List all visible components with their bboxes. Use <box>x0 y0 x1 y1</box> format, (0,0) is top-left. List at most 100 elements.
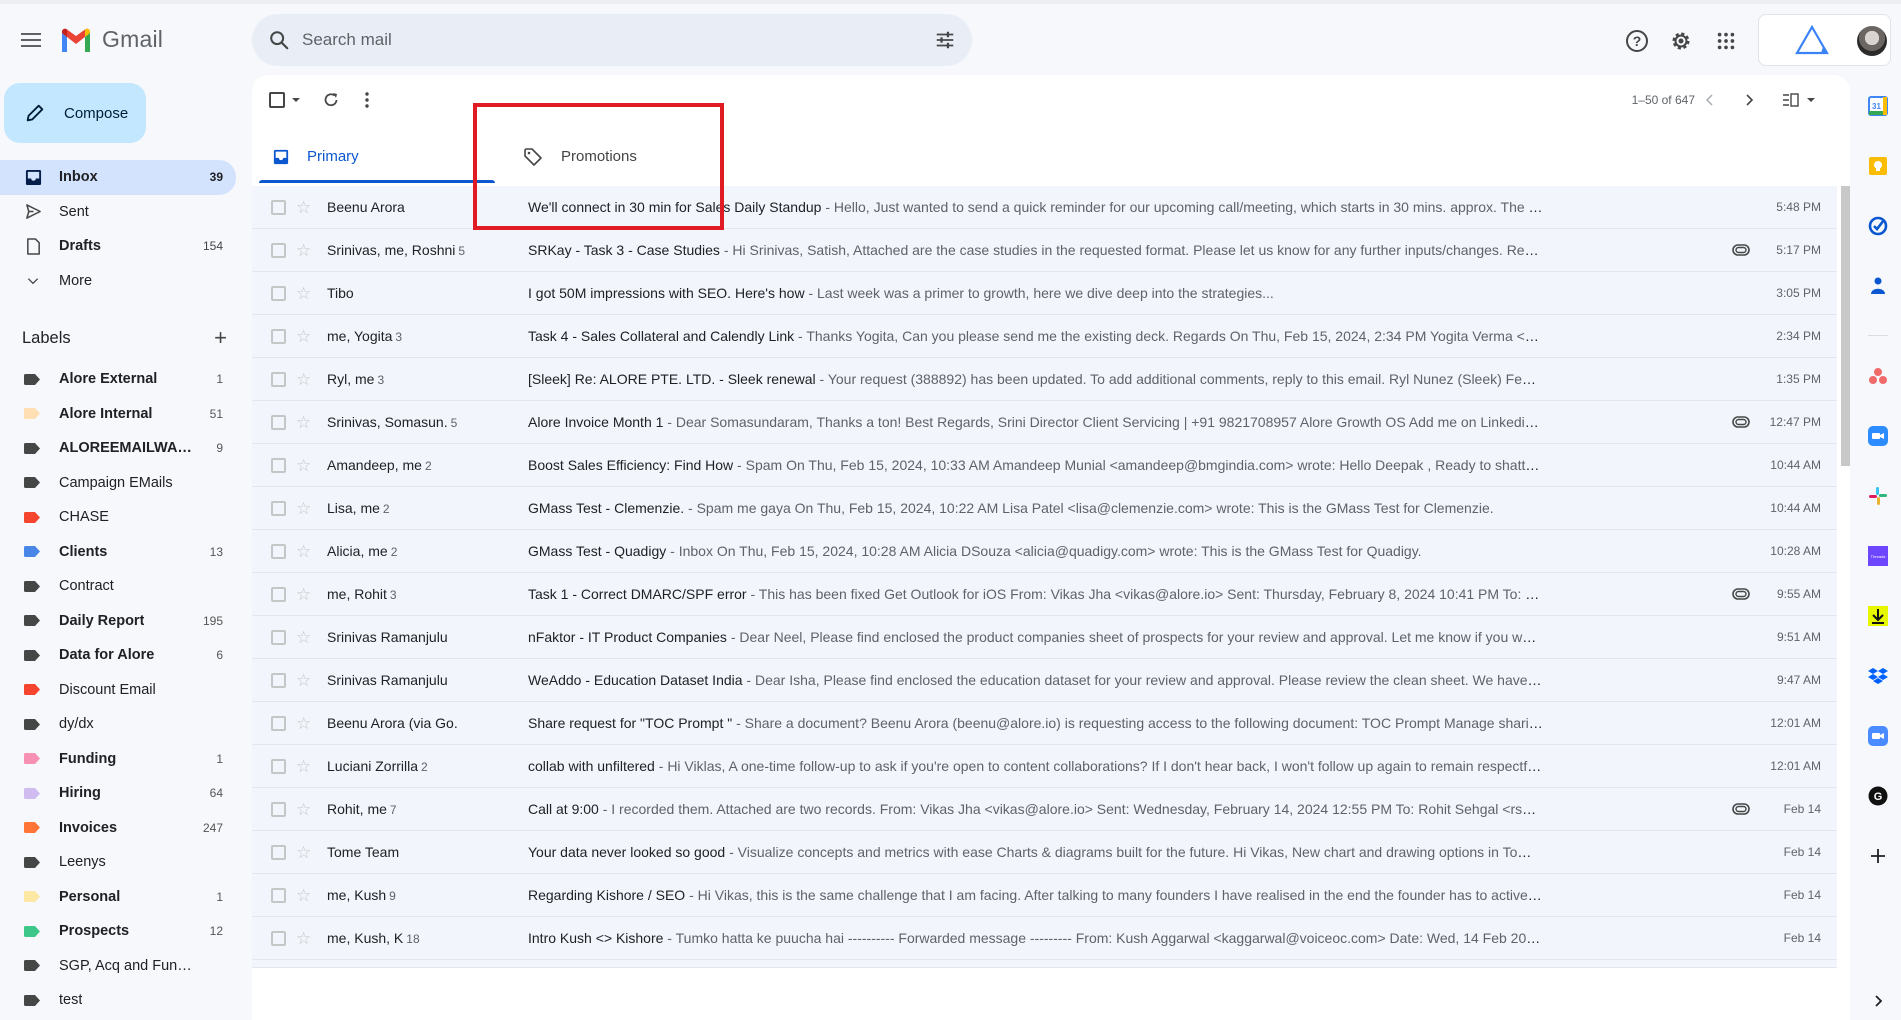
sidebar-label-item[interactable]: Contract <box>0 569 236 604</box>
row-checkbox[interactable] <box>271 500 286 516</box>
star-icon[interactable]: ☆ <box>296 414 311 431</box>
sidebar-label-item[interactable]: dy/dx <box>0 707 236 742</box>
row-checkbox[interactable] <box>271 242 286 258</box>
row-checkbox[interactable] <box>271 672 286 688</box>
row-checkbox[interactable] <box>271 414 286 430</box>
star-icon[interactable]: ☆ <box>296 457 311 474</box>
star-icon[interactable]: ☆ <box>296 371 311 388</box>
row-checkbox[interactable] <box>271 199 286 215</box>
tab-promotions[interactable]: Promotions <box>495 130 731 183</box>
row-checkbox[interactable] <box>271 457 286 473</box>
dropbox-icon[interactable] <box>1867 665 1889 687</box>
zoom-icon[interactable] <box>1867 425 1889 447</box>
search-bar[interactable] <box>252 14 972 66</box>
row-checkbox[interactable] <box>271 758 286 774</box>
email-row[interactable]: ☆ Srinivas, me, Roshni 5 SRKay - Task 3 - C… <box>252 229 1837 272</box>
download-icon[interactable] <box>1867 605 1889 627</box>
sidebar-label-item[interactable]: Daily Report 195 <box>0 604 236 639</box>
star-icon[interactable]: ☆ <box>296 586 311 603</box>
tab-primary[interactable]: Primary <box>259 130 495 183</box>
row-checkbox[interactable] <box>271 371 286 387</box>
sidebar-label-item[interactable]: Alore Internal 51 <box>0 397 236 432</box>
row-checkbox[interactable] <box>271 629 286 645</box>
email-row[interactable]: ☆ Amandeep, me 2 Boost Sales Efficiency: Fi… <box>252 444 1837 487</box>
account-switcher[interactable] <box>1758 14 1891 66</box>
row-checkbox[interactable] <box>271 543 286 559</box>
sidebar-item-drafts[interactable]: Drafts 154 <box>0 229 236 264</box>
sidebar-label-item[interactable]: Prospects 12 <box>0 914 236 949</box>
sidebar-label-item[interactable]: Campaign EMails <box>0 466 236 501</box>
email-row[interactable]: ☆ me, Yogita 3 Task 4 - Sales Collateral an… <box>252 315 1837 358</box>
sidebar-label-item[interactable]: Data for Alore 6 <box>0 638 236 673</box>
star-icon[interactable]: ☆ <box>296 199 311 216</box>
asana-icon[interactable] <box>1867 365 1889 387</box>
row-checkbox[interactable] <box>271 801 286 817</box>
gmail-logo[interactable]: Gmail <box>60 26 163 53</box>
sidebar-label-item[interactable]: Hiring 64 <box>0 776 236 811</box>
refresh-button[interactable] <box>322 87 340 113</box>
add-app-icon[interactable] <box>1867 845 1889 867</box>
compose-button[interactable]: Compose <box>4 83 146 143</box>
sidebar-label-item[interactable]: Invoices 247 <box>0 811 236 846</box>
star-icon[interactable]: ☆ <box>296 285 311 302</box>
row-checkbox[interactable] <box>271 844 286 860</box>
star-icon[interactable]: ☆ <box>296 801 311 818</box>
email-row[interactable]: ☆ Ryl, me 3 [Sleek] Re: ALORE PTE. LTD. - S… <box>252 358 1837 401</box>
avatar[interactable] <box>1857 26 1887 56</box>
apps-grid-icon[interactable] <box>1713 28 1739 54</box>
row-checkbox[interactable] <box>271 930 286 946</box>
email-row[interactable]: ☆ Luciani Zorrilla 2 collab with unfiltered… <box>252 745 1837 788</box>
star-icon[interactable]: ☆ <box>296 500 311 517</box>
email-row[interactable]: ☆ Beenu Arora We'll connect in 30 min for … <box>252 186 1837 229</box>
row-checkbox[interactable] <box>271 586 286 602</box>
expand-panel-chevron-icon[interactable] <box>1867 990 1889 1012</box>
google-calendar-icon[interactable]: 31 <box>1867 95 1889 117</box>
search-input[interactable] <box>302 30 926 50</box>
email-row[interactable]: ☆ me, Rohit 3 Task 1 - Correct DMARC/SPF er… <box>252 573 1837 616</box>
email-row[interactable]: ☆ Srinivas, Somasun. 5 Alore Invoice Month … <box>252 401 1837 444</box>
star-icon[interactable]: ☆ <box>296 844 311 861</box>
sidebar-item-inbox[interactable]: Inbox 39 <box>0 160 236 195</box>
sidebar-item-sent[interactable]: Sent <box>0 195 236 230</box>
email-row[interactable]: ☆ Alicia, me 2 GMass Test - Quadigy - Inbox… <box>252 530 1837 573</box>
sidebar-label-item[interactable]: Alore External 1 <box>0 362 236 397</box>
scrollbar[interactable] <box>1841 186 1850 466</box>
sidebar-label-item[interactable]: Discount Email <box>0 673 236 708</box>
sidebar-label-item[interactable]: Personal 1 <box>0 880 236 915</box>
zoom-icon[interactable] <box>1867 725 1889 747</box>
email-row[interactable]: ☆ me, Kush, K 18 Intro Kush <> Kishore - Tu… <box>252 917 1837 960</box>
google-tasks-icon[interactable] <box>1867 215 1889 237</box>
row-checkbox[interactable] <box>271 715 286 731</box>
prev-page-button[interactable] <box>1704 87 1716 113</box>
row-checkbox[interactable] <box>271 285 286 301</box>
email-row[interactable]: ☆ Lisa, me 2 GMass Test - Clemenzie. - Spam… <box>252 487 1837 530</box>
star-icon[interactable]: ☆ <box>296 543 311 560</box>
sidebar-label-item[interactable]: Clients 13 <box>0 535 236 570</box>
split-pane-toggle[interactable] <box>1782 87 1816 113</box>
email-row[interactable]: ☆ Beenu Arora (via Go. Share request for "… <box>252 702 1837 745</box>
star-icon[interactable]: ☆ <box>296 672 311 689</box>
star-icon[interactable]: ☆ <box>296 328 311 345</box>
star-icon[interactable]: ☆ <box>296 715 311 732</box>
search-icon[interactable] <box>268 29 290 51</box>
star-icon[interactable]: ☆ <box>296 887 311 904</box>
help-icon[interactable]: ? <box>1624 28 1650 54</box>
email-row[interactable]: ☆ Srinivas Ramanjulu nFaktor - IT Product … <box>252 616 1837 659</box>
create-label-button[interactable]: + <box>214 327 227 349</box>
row-checkbox[interactable] <box>271 328 286 344</box>
select-all-checkbox[interactable] <box>269 87 301 113</box>
grammarly-icon[interactable]: G <box>1867 785 1889 807</box>
google-contacts-icon[interactable] <box>1867 275 1889 297</box>
more-actions-button[interactable] <box>364 87 370 113</box>
email-row[interactable]: ☆ Tome Team Your data never looked so good… <box>252 831 1837 874</box>
email-row[interactable]: ☆ Srinivas Ramanjulu WeAddo - Education Da… <box>252 659 1837 702</box>
sidebar-item-more[interactable]: More <box>0 264 236 299</box>
sidebar-label-item[interactable]: test <box>0 983 236 1018</box>
next-page-button[interactable] <box>1743 87 1755 113</box>
google-keep-icon[interactable] <box>1867 155 1889 177</box>
star-icon[interactable]: ☆ <box>296 242 311 259</box>
sidebar-label-item[interactable]: ALOREEMAILWAR... 9 <box>0 431 236 466</box>
main-menu-button[interactable] <box>18 26 46 54</box>
star-icon[interactable]: ☆ <box>296 930 311 947</box>
star-icon[interactable]: ☆ <box>296 629 311 646</box>
